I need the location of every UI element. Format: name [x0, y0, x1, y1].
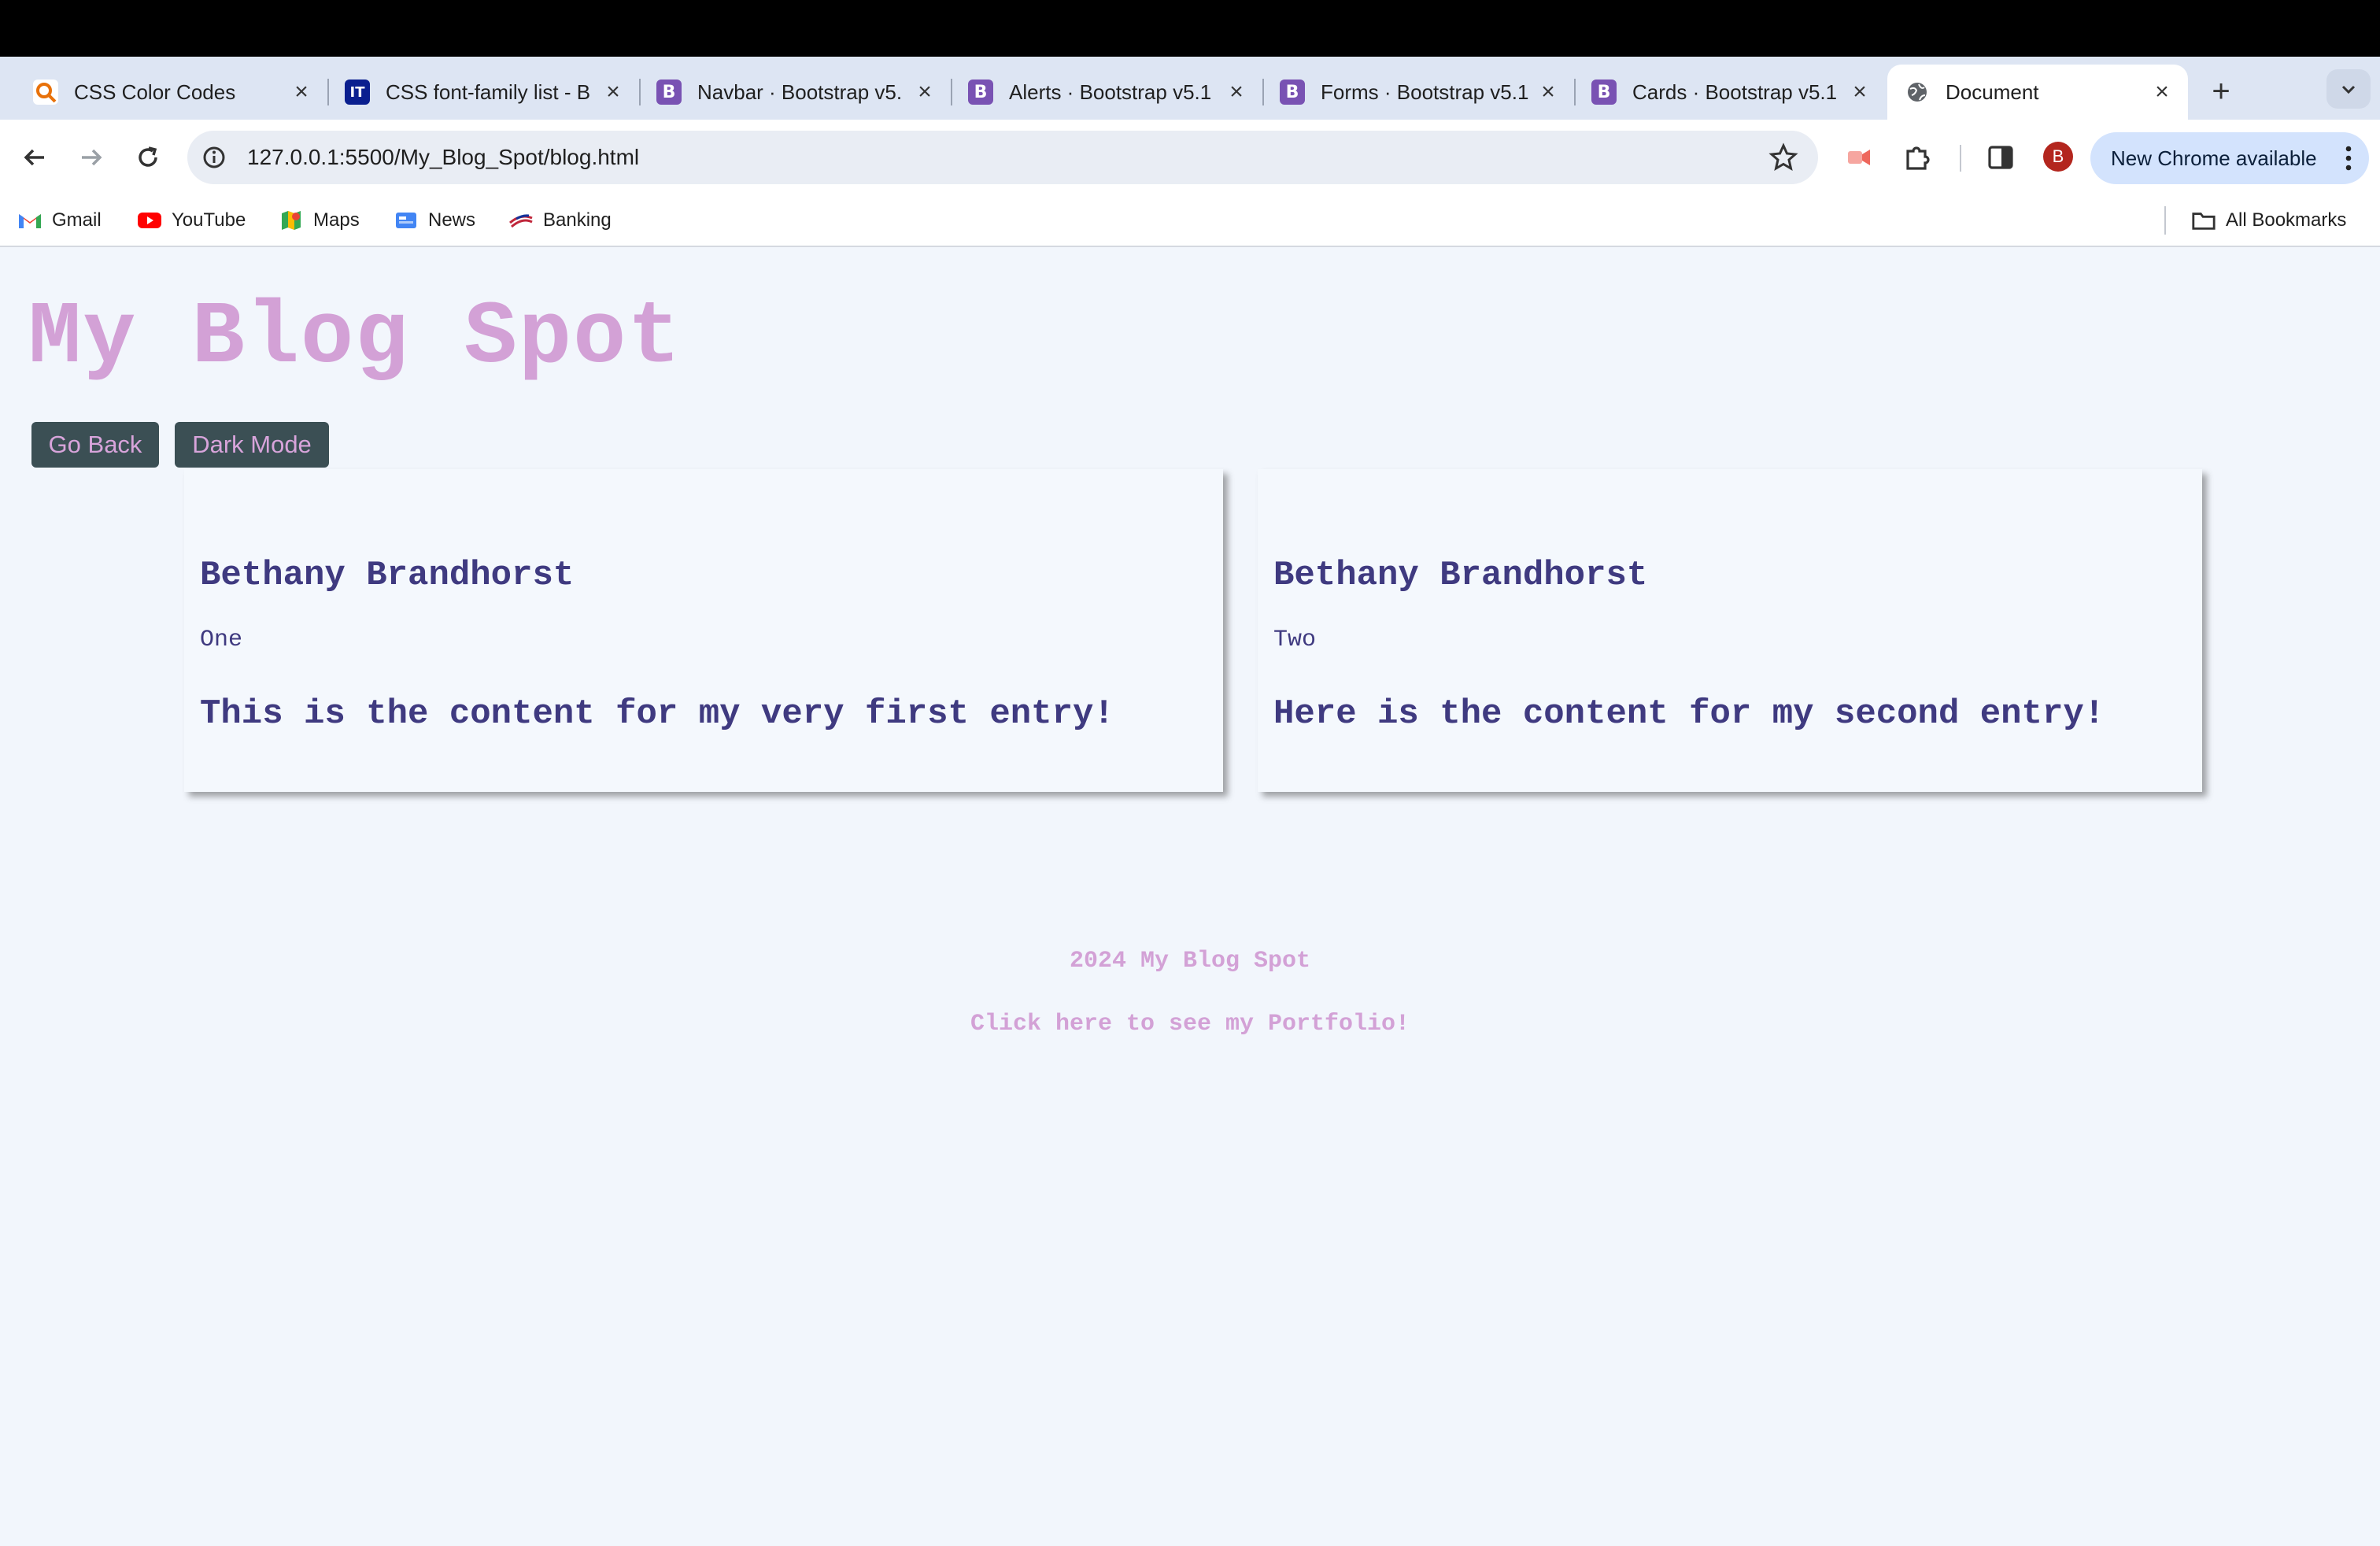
- more-menu-icon[interactable]: [2345, 145, 2352, 172]
- close-icon[interactable]: ×: [1225, 79, 1248, 105]
- bookmark-label: Gmail: [52, 209, 102, 231]
- news-icon: [394, 209, 419, 231]
- tab-title: Forms · Bootstrap v5.1: [1321, 80, 1528, 104]
- browser-toolbar: 127.0.0.1:5500/My_Blog_Spot/blog.html: [0, 120, 2380, 195]
- bootstrap-icon: B: [968, 80, 993, 105]
- arrow-right-icon: [82, 149, 102, 166]
- side-panel-icon[interactable]: [1983, 140, 2018, 175]
- close-icon[interactable]: ×: [290, 79, 313, 105]
- tab-title: Document: [1946, 80, 2039, 104]
- folder-icon: [2191, 209, 2216, 231]
- close-icon[interactable]: ×: [913, 79, 937, 105]
- tab-title: CSS Color Codes: [74, 80, 236, 104]
- tab-search-button[interactable]: [2326, 69, 2371, 109]
- tab-title: Navbar · Bootstrap v5.: [697, 80, 903, 104]
- blog-post-card: Bethany Brandhorst One This is the conte…: [184, 469, 1223, 792]
- bookmark-maps[interactable]: Maps: [279, 205, 360, 236]
- maps-icon: [279, 209, 304, 231]
- arrow-left-icon: [24, 149, 44, 166]
- screen-top-bar: [0, 0, 2380, 57]
- site-title: My Blog Spot: [28, 288, 682, 388]
- tab-navbar-bootstrap[interactable]: B Navbar · Bootstrap v5. ×: [639, 65, 952, 120]
- tab-alerts-bootstrap[interactable]: B Alerts · Bootstrap v5.1 ×: [951, 65, 1264, 120]
- tab-title: Cards · Bootstrap v5.1: [1632, 80, 1838, 104]
- bookmark-label: YouTube: [172, 209, 246, 231]
- portfolio-link[interactable]: Click here to see my Portfolio!: [0, 1011, 2380, 1037]
- banking-icon: [508, 209, 534, 231]
- tab-title: CSS font-family list - B: [386, 80, 591, 104]
- bookmark-banking[interactable]: Banking: [508, 205, 612, 236]
- extensions-icon[interactable]: [1900, 140, 1935, 175]
- update-label: New Chrome available: [2111, 146, 2317, 170]
- page-content: My Blog Spot Go Back Dark Mode Bethany B…: [0, 249, 2380, 1546]
- bookmark-star-icon[interactable]: [1768, 142, 1799, 173]
- go-back-button[interactable]: Go Back: [31, 422, 159, 468]
- reload-icon: [139, 146, 157, 167]
- dark-mode-button[interactable]: Dark Mode: [175, 422, 329, 468]
- tab-strip: CSS Color Codes × IT CSS font-family lis…: [0, 57, 2380, 120]
- bookmark-label: Maps: [313, 209, 360, 231]
- search-magnifier-icon: [33, 80, 58, 105]
- close-icon[interactable]: ×: [1536, 79, 1560, 105]
- bookmarks-divider: [2164, 206, 2166, 235]
- chrome-update-button[interactable]: New Chrome available: [2090, 132, 2369, 184]
- youtube-icon: [137, 209, 162, 231]
- new-tab-button[interactable]: +: [2199, 72, 2243, 110]
- tab-css-color-codes[interactable]: CSS Color Codes ×: [16, 65, 329, 120]
- tab-title: Alerts · Bootstrap v5.1: [1009, 80, 1212, 104]
- forward-button[interactable]: [69, 135, 113, 179]
- bookmark-label: All Bookmarks: [2226, 209, 2347, 231]
- back-button[interactable]: [13, 135, 57, 179]
- tab-cards-bootstrap[interactable]: B Cards · Bootstrap v5.1 ×: [1574, 65, 1886, 120]
- tab-css-font-family[interactable]: IT CSS font-family list - B ×: [327, 65, 641, 120]
- gmail-icon: [17, 209, 42, 231]
- tab-forms-bootstrap[interactable]: B Forms · Bootstrap v5.1 ×: [1262, 65, 1576, 120]
- bookmark-gmail[interactable]: Gmail: [17, 205, 102, 236]
- site-info-icon[interactable]: [201, 145, 227, 170]
- bootstrap-icon: B: [656, 80, 682, 105]
- footer-copyright: 2024 My Blog Spot: [1069, 948, 1311, 975]
- post-content: This is the content for my very first en…: [200, 694, 1114, 734]
- url-text[interactable]: 127.0.0.1:5500/My_Blog_Spot/blog.html: [247, 145, 639, 170]
- profile-avatar[interactable]: B: [2043, 142, 2073, 172]
- post-title: Two: [1273, 627, 1317, 653]
- bootstrap-icon: B: [1591, 80, 1617, 105]
- post-author: Bethany Brandhorst: [1273, 556, 1648, 595]
- toolbar-divider: [1960, 145, 1961, 172]
- address-bar[interactable]: 127.0.0.1:5500/My_Blog_Spot/blog.html: [187, 131, 1818, 184]
- bootstrap-icon: B: [1280, 80, 1305, 105]
- all-bookmarks-button[interactable]: All Bookmarks: [2191, 205, 2346, 236]
- post-author: Bethany Brandhorst: [200, 556, 575, 595]
- close-icon[interactable]: ×: [601, 79, 625, 105]
- it-logo-icon: IT: [345, 80, 370, 105]
- bookmark-label: Banking: [543, 209, 612, 231]
- close-icon[interactable]: ×: [1848, 79, 1872, 105]
- bookmark-youtube[interactable]: YouTube: [137, 205, 246, 236]
- bookmark-news[interactable]: News: [394, 205, 475, 236]
- close-icon[interactable]: ×: [2150, 79, 2174, 105]
- post-title: One: [200, 627, 243, 653]
- reload-button[interactable]: [126, 135, 170, 179]
- bookmarks-bar: Gmail YouTube Maps News Banking All Book…: [0, 195, 2380, 247]
- blog-post-card: Bethany Brandhorst Two Here is the conte…: [1258, 469, 2202, 792]
- tab-document[interactable]: Document ×: [1887, 65, 2188, 120]
- bookmark-label: News: [428, 209, 476, 231]
- chevron-down-icon: [2341, 85, 2356, 94]
- post-content: Here is the content for my second entry!: [1273, 694, 2105, 734]
- globe-icon: [1905, 80, 1930, 105]
- media-cast-icon[interactable]: [1842, 140, 1876, 175]
